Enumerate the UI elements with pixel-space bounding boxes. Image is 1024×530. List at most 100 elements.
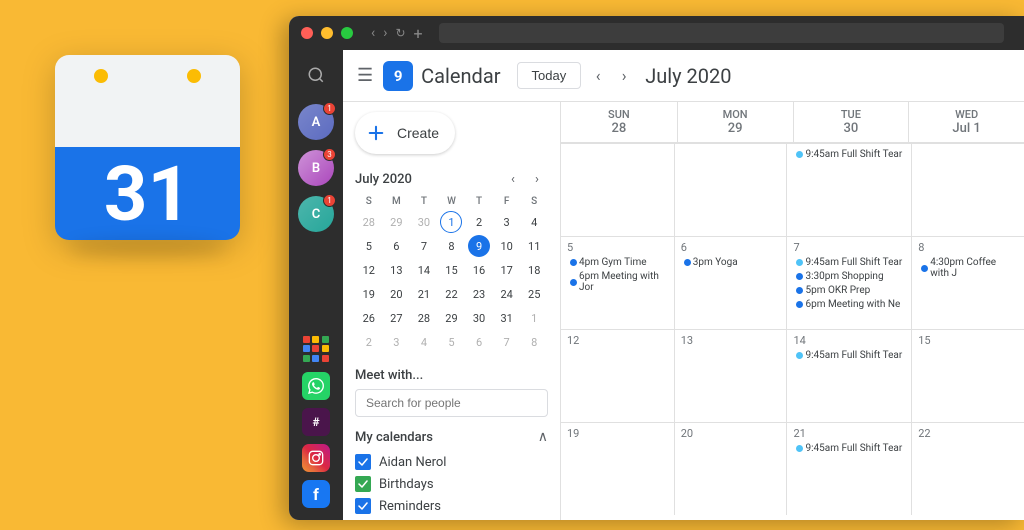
mini-day[interactable]: 20: [385, 283, 407, 305]
hamburger-menu[interactable]: ☰: [357, 65, 373, 86]
mini-day[interactable]: 18: [523, 259, 545, 281]
mini-day[interactable]: 29: [385, 211, 407, 233]
mini-day[interactable]: 5: [358, 235, 380, 257]
mini-day[interactable]: 10: [496, 235, 518, 257]
cell-5[interactable]: 5 4pm Gym Time 6pm Meeting with Jor: [561, 236, 674, 329]
mini-day[interactable]: 7: [413, 235, 435, 257]
mini-day[interactable]: 11: [523, 235, 545, 257]
browser-back[interactable]: ‹: [371, 25, 375, 41]
mini-day[interactable]: 14: [413, 259, 435, 281]
cell-12[interactable]: 12: [561, 329, 674, 422]
cell-6[interactable]: 6 3pm Yoga: [674, 236, 787, 329]
mini-day[interactable]: 30: [413, 211, 435, 233]
cell-28[interactable]: [561, 143, 674, 236]
cell-29[interactable]: [674, 143, 787, 236]
calendar-item-birthdays[interactable]: Birthdays: [355, 473, 548, 495]
mini-day[interactable]: 1: [440, 211, 462, 233]
mini-day[interactable]: 21: [413, 283, 435, 305]
mini-day[interactable]: 3: [496, 211, 518, 233]
mini-day[interactable]: 26: [358, 307, 380, 329]
cell-15[interactable]: 15: [911, 329, 1024, 422]
traffic-light-yellow[interactable]: [321, 27, 333, 39]
cell-14[interactable]: 14 9:45am Full Shift Tear: [786, 329, 911, 422]
mini-day-today[interactable]: 9: [468, 235, 490, 257]
mini-day[interactable]: 13: [385, 259, 407, 281]
cell-21[interactable]: 21 9:45am Full Shift Tear: [786, 422, 911, 515]
mini-day[interactable]: 29: [440, 307, 462, 329]
event-meeting-ne[interactable]: 6pm Meeting with Ne: [793, 298, 905, 311]
mini-cal-next[interactable]: ›: [526, 168, 548, 190]
traffic-light-green[interactable]: [341, 27, 353, 39]
browser-forward[interactable]: ›: [383, 25, 387, 41]
mini-day[interactable]: 23: [468, 283, 490, 305]
mini-day[interactable]: 7: [496, 331, 518, 353]
instagram-icon[interactable]: [302, 444, 330, 472]
cell-30[interactable]: 9:45am Full Shift Tear: [786, 143, 911, 236]
mini-day[interactable]: 6: [385, 235, 407, 257]
mini-day[interactable]: 5: [440, 331, 462, 353]
browser-new-tab[interactable]: +: [414, 24, 423, 43]
event-shopping[interactable]: 3:30pm Shopping: [793, 270, 905, 283]
cell-8[interactable]: 8 4:30pm Coffee with J: [911, 236, 1024, 329]
my-calendars-chevron[interactable]: ∧: [538, 429, 548, 445]
mini-day[interactable]: 3: [385, 331, 407, 353]
event-full-shift-1[interactable]: 9:45am Full Shift Tear: [793, 148, 905, 161]
mini-day[interactable]: 30: [468, 307, 490, 329]
create-button[interactable]: Create: [355, 112, 455, 154]
mini-day[interactable]: 8: [523, 331, 545, 353]
search-people-input[interactable]: [355, 389, 548, 417]
calendar-checkbox-birthdays[interactable]: [355, 476, 371, 492]
calendar-checkbox-aidan[interactable]: [355, 454, 371, 470]
mini-day[interactable]: 19: [358, 283, 380, 305]
mini-day[interactable]: 4: [523, 211, 545, 233]
browser-refresh[interactable]: ↻: [395, 26, 405, 40]
cell-20[interactable]: 20: [674, 422, 787, 515]
mini-day[interactable]: 28: [413, 307, 435, 329]
mini-day[interactable]: 6: [468, 331, 490, 353]
traffic-light-red[interactable]: [301, 27, 313, 39]
sidebar-search-icon[interactable]: [301, 60, 331, 94]
mini-day[interactable]: 4: [413, 331, 435, 353]
mini-day[interactable]: 1: [523, 307, 545, 329]
nav-prev-button[interactable]: ‹: [585, 63, 611, 89]
mini-day[interactable]: 24: [496, 283, 518, 305]
mini-day[interactable]: 2: [468, 211, 490, 233]
cell-jul1[interactable]: [911, 143, 1024, 236]
sidebar-avatar-2[interactable]: B 3: [298, 150, 334, 186]
facebook-icon[interactable]: f: [302, 480, 330, 508]
calendar-item-aidan[interactable]: Aidan Nerol: [355, 451, 548, 473]
cell-19[interactable]: 19: [561, 422, 674, 515]
google-apps-icon[interactable]: [301, 334, 331, 364]
event-okr[interactable]: 5pm OKR Prep: [793, 284, 905, 297]
sidebar-avatar-1[interactable]: A 1: [298, 104, 334, 140]
today-button[interactable]: Today: [517, 62, 582, 89]
event-yoga[interactable]: 3pm Yoga: [681, 256, 781, 269]
nav-next-button[interactable]: ›: [611, 63, 637, 89]
cell-7[interactable]: 7 9:45am Full Shift Tear 3:30pm Shopping…: [786, 236, 911, 329]
mini-day[interactable]: 2: [358, 331, 380, 353]
event-full-shift-3[interactable]: 9:45am Full Shift Tear: [793, 349, 905, 362]
mini-cal-prev[interactable]: ‹: [502, 168, 524, 190]
mini-day[interactable]: 27: [385, 307, 407, 329]
mini-day[interactable]: 22: [440, 283, 462, 305]
mini-day[interactable]: 8: [440, 235, 462, 257]
mini-day[interactable]: 17: [496, 259, 518, 281]
browser-address-bar[interactable]: [439, 23, 1004, 43]
sidebar-avatar-3[interactable]: C 1: [298, 196, 334, 232]
event-meeting-joe[interactable]: 6pm Meeting with Jor: [567, 270, 668, 294]
cell-13[interactable]: 13: [674, 329, 787, 422]
mini-day[interactable]: 28: [358, 211, 380, 233]
mini-day[interactable]: 15: [440, 259, 462, 281]
mini-day[interactable]: 12: [358, 259, 380, 281]
event-full-shift-2[interactable]: 9:45am Full Shift Tear: [793, 256, 905, 269]
event-gym[interactable]: 4pm Gym Time: [567, 256, 668, 269]
mini-day[interactable]: 25: [523, 283, 545, 305]
slack-icon[interactable]: #: [302, 408, 330, 436]
event-full-shift-4[interactable]: 9:45am Full Shift Tear: [793, 442, 905, 455]
calendar-checkbox-reminders[interactable]: [355, 498, 371, 514]
mini-day[interactable]: 16: [468, 259, 490, 281]
whatsapp-icon[interactable]: [302, 372, 330, 400]
cell-22[interactable]: 22: [911, 422, 1024, 515]
event-coffee[interactable]: 4:30pm Coffee with J: [918, 256, 1018, 280]
mini-day[interactable]: 31: [496, 307, 518, 329]
